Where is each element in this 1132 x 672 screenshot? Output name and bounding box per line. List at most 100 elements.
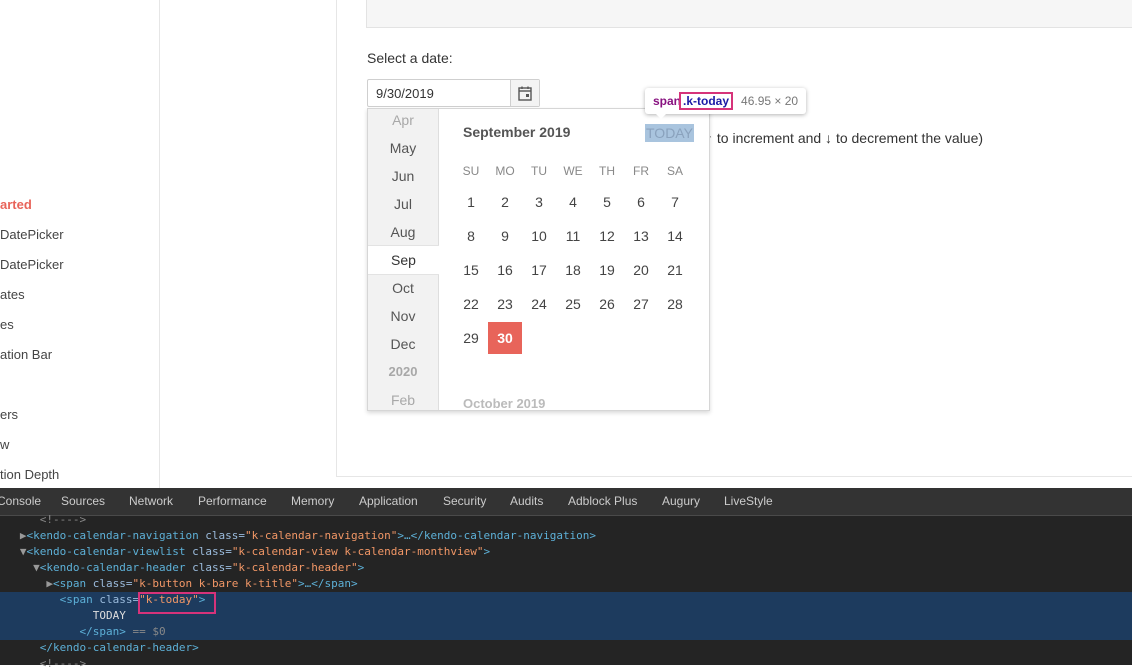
weekday-header: WE bbox=[563, 164, 583, 178]
navigator-month[interactable]: Aug bbox=[368, 218, 438, 246]
calendar-popup: Apr May Jun Jul Aug Sep Oct Nov Dec 2020… bbox=[367, 108, 710, 411]
calendar-title[interactable]: September 2019 bbox=[463, 124, 570, 140]
nav-item-navigation-bar[interactable]: ation Bar bbox=[0, 347, 52, 362]
calendar-day[interactable]: 10 bbox=[522, 220, 556, 252]
tab-network[interactable]: Network bbox=[129, 494, 173, 508]
weekday-header: SU bbox=[462, 164, 480, 178]
tab-adblock-plus[interactable]: Adblock Plus bbox=[568, 494, 637, 508]
calendar-day[interactable]: 13 bbox=[624, 220, 658, 252]
dom-tree-line[interactable]: ▼<kendo-calendar-header class="k-calenda… bbox=[0, 560, 1132, 576]
calendar-day[interactable]: 15 bbox=[454, 254, 488, 286]
navigator-year[interactable]: 2020 bbox=[368, 358, 438, 386]
nav-item-dates[interactable]: ates bbox=[0, 287, 25, 302]
calendar-day[interactable]: 17 bbox=[522, 254, 556, 286]
nav-item-datepicker-2[interactable]: DatePicker bbox=[0, 257, 64, 272]
devtools-panel: Console Sources Network Performance Memo… bbox=[0, 488, 1132, 670]
select-date-label: Select a date: bbox=[367, 50, 453, 66]
calendar-day[interactable]: 5 bbox=[590, 186, 624, 218]
dom-tree-line[interactable]: <!----> bbox=[0, 512, 1132, 528]
collapse-arrow-icon[interactable]: ▼ bbox=[20, 545, 27, 558]
dom-tree-line[interactable]: ▼<kendo-calendar-viewlist class="k-calen… bbox=[0, 544, 1132, 560]
dom-tree-line[interactable]: <!----> bbox=[0, 656, 1132, 672]
calendar-day[interactable]: 16 bbox=[488, 254, 522, 286]
tab-memory[interactable]: Memory bbox=[291, 494, 334, 508]
weekday-header: FR bbox=[633, 164, 649, 178]
datepicker bbox=[367, 79, 540, 107]
left-nav: arted DatePicker DatePicker ates es atio… bbox=[0, 0, 160, 488]
calendar-toggle-button[interactable] bbox=[510, 80, 539, 106]
calendar-day[interactable]: 20 bbox=[624, 254, 658, 286]
calendar-day[interactable]: 8 bbox=[454, 220, 488, 252]
calendar-day[interactable]: 28 bbox=[658, 288, 692, 320]
tooltip-size: 46.95 × 20 bbox=[741, 94, 799, 108]
weekday-header: TU bbox=[531, 164, 547, 178]
nav-item-navigation-depth[interactable]: tion Depth bbox=[0, 467, 59, 482]
next-month-title: October 2019 bbox=[463, 396, 546, 411]
calendar-day[interactable]: 18 bbox=[556, 254, 590, 286]
calendar-day-selected[interactable]: 30 bbox=[488, 322, 522, 354]
expand-arrow-icon[interactable]: ▶ bbox=[46, 577, 53, 590]
tab-audits[interactable]: Audits bbox=[510, 494, 543, 508]
navigator-month[interactable]: Jun bbox=[368, 162, 438, 190]
weekday-header: TH bbox=[599, 164, 615, 178]
calendar-day[interactable]: 27 bbox=[624, 288, 658, 320]
dom-tree-line[interactable]: </kendo-calendar-header> bbox=[0, 640, 1132, 656]
calendar-day[interactable]: 26 bbox=[590, 288, 624, 320]
weekday-header: MO bbox=[495, 164, 515, 178]
keyboard-hint-text: ↑ to increment and ↓ to decrement the va… bbox=[706, 130, 984, 146]
tab-security[interactable]: Security bbox=[443, 494, 486, 508]
calendar-day[interactable]: 9 bbox=[488, 220, 522, 252]
calendar-day[interactable]: 21 bbox=[658, 254, 692, 286]
calendar-day[interactable]: 24 bbox=[522, 288, 556, 320]
date-input[interactable] bbox=[368, 80, 512, 106]
navigator-month[interactable]: Oct bbox=[368, 274, 438, 302]
calendar-day[interactable]: 7 bbox=[658, 186, 692, 218]
tooltip-tag: span bbox=[653, 94, 682, 108]
tab-sources[interactable]: Sources bbox=[61, 494, 105, 508]
today-button[interactable]: TODAY bbox=[645, 124, 694, 142]
calendar-icon bbox=[518, 86, 532, 101]
dom-tree-line[interactable]: ▶<kendo-calendar-navigation class="k-cal… bbox=[0, 528, 1132, 544]
tab-livestyle[interactable]: LiveStyle bbox=[724, 494, 773, 508]
calendar-day[interactable]: 11 bbox=[556, 220, 590, 252]
navigator-month[interactable]: Apr bbox=[368, 109, 438, 134]
tooltip-class: .k-today bbox=[679, 92, 734, 110]
navigator-month-current[interactable]: Sep bbox=[368, 245, 439, 275]
calendar-day[interactable]: 23 bbox=[488, 288, 522, 320]
navigator-month[interactable]: Jul bbox=[368, 190, 438, 218]
calendar-day[interactable]: 19 bbox=[590, 254, 624, 286]
tab-performance[interactable]: Performance bbox=[198, 494, 267, 508]
navigator-month[interactable]: May bbox=[368, 134, 438, 162]
nav-item-ers[interactable]: ers bbox=[0, 407, 18, 422]
calendar-day[interactable]: 25 bbox=[556, 288, 590, 320]
dom-tree-line-selected[interactable]: </span> == $0 bbox=[0, 624, 1132, 640]
collapse-arrow-icon[interactable]: ▼ bbox=[33, 561, 40, 574]
dom-tree-line[interactable]: ▶<span class="k-button k-bare k-title">…… bbox=[0, 576, 1132, 592]
calendar-day[interactable]: 12 bbox=[590, 220, 624, 252]
tab-augury[interactable]: Augury bbox=[662, 494, 700, 508]
nav-item-w[interactable]: w bbox=[0, 437, 9, 452]
calendar-day[interactable]: 14 bbox=[658, 220, 692, 252]
navigator-month[interactable]: Dec bbox=[368, 330, 438, 358]
content-divider bbox=[336, 0, 337, 477]
nav-item-getting-started[interactable]: arted bbox=[0, 197, 32, 212]
calendar-day[interactable]: 3 bbox=[522, 186, 556, 218]
inspector-tooltip: span .k-today 46.95 × 20 bbox=[645, 88, 807, 114]
calendar-day[interactable]: 6 bbox=[624, 186, 658, 218]
calendar-day[interactable]: 1 bbox=[454, 186, 488, 218]
calendar-day[interactable]: 29 bbox=[454, 322, 488, 354]
code-snippet-box bbox=[366, 0, 1132, 28]
navigator-month[interactable]: Feb bbox=[368, 386, 438, 410]
calendar-day[interactable]: 4 bbox=[556, 186, 590, 218]
weekday-header: SA bbox=[666, 164, 683, 178]
nav-item-es[interactable]: es bbox=[0, 317, 14, 332]
tab-application[interactable]: Application bbox=[359, 494, 418, 508]
expand-arrow-icon[interactable]: ▶ bbox=[20, 529, 27, 542]
calendar-day[interactable]: 2 bbox=[488, 186, 522, 218]
tab-console[interactable]: Console bbox=[0, 494, 41, 508]
calendar-day[interactable]: 22 bbox=[454, 288, 488, 320]
nav-item-datepicker[interactable]: DatePicker bbox=[0, 227, 64, 242]
month-navigator: Apr May Jun Jul Aug Sep Oct Nov Dec 2020… bbox=[368, 109, 439, 410]
navigator-month[interactable]: Nov bbox=[368, 302, 438, 330]
highlight-box bbox=[138, 592, 216, 614]
